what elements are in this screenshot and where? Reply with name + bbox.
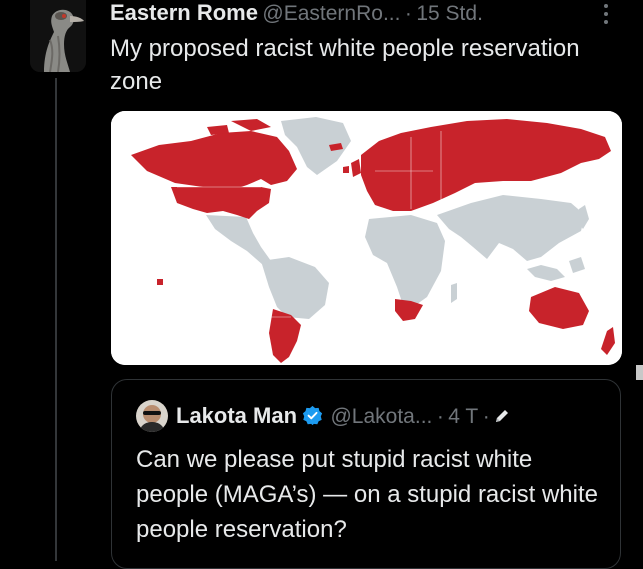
quoted-author-handle[interactable]: @Lakota... <box>330 405 432 428</box>
thread-connector-line <box>55 78 57 561</box>
world-map <box>111 111 622 365</box>
separator-dot: · <box>404 2 412 25</box>
separator-dot-2: · <box>482 405 490 428</box>
more-options-icon[interactable] <box>596 0 616 28</box>
tweet-timestamp[interactable]: 15 Std. <box>416 2 483 25</box>
scrollbar-thumb[interactable] <box>636 365 643 380</box>
verified-badge-icon <box>302 405 323 426</box>
tweet-header: Eastern Rome @EasternRo... · 15 Std. <box>110 0 483 28</box>
author-avatar[interactable] <box>30 0 86 72</box>
tweet-text: My proposed racist white people reservat… <box>110 35 580 95</box>
author-name[interactable]: Eastern Rome <box>110 0 258 25</box>
separator-dot: · <box>436 405 444 428</box>
quoted-tweet[interactable]: Lakota Man @Lakota... · 4 T · Can we ple… <box>111 379 621 569</box>
world-map-image[interactable] <box>111 111 622 365</box>
quoted-tweet-text: Can we please put stupid racist white pe… <box>136 446 598 543</box>
author-handle[interactable]: @EasternRo... <box>262 2 400 25</box>
quoted-author-avatar[interactable] <box>136 400 168 432</box>
person-avatar-image <box>136 400 168 432</box>
emu-avatar-image <box>30 0 86 72</box>
edit-pencil-icon[interactable] <box>494 404 510 422</box>
quoted-tweet-timestamp[interactable]: 4 T <box>448 405 478 428</box>
quoted-author-name[interactable]: Lakota Man <box>176 403 297 428</box>
quoted-tweet-header: Lakota Man @Lakota... · 4 T · <box>176 400 510 432</box>
